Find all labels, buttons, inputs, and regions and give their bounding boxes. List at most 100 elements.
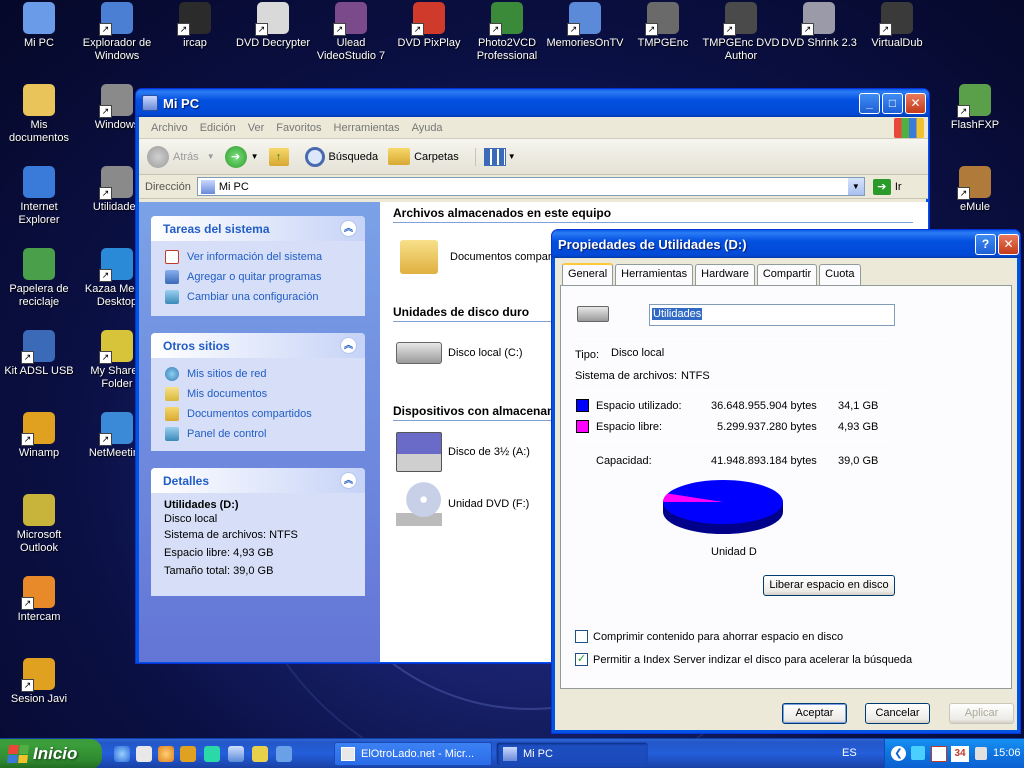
- tray-expand-icon[interactable]: ❮: [891, 746, 906, 761]
- desktop-icon[interactable]: ircap: [156, 2, 234, 50]
- taskbar-button-browser[interactable]: ElOtroLado.net - Micr...: [334, 742, 492, 766]
- place-network[interactable]: Mis sitios de red: [151, 364, 365, 384]
- compress-checkbox[interactable]: [575, 630, 588, 643]
- close-button[interactable]: ✕: [905, 93, 926, 114]
- tray-day-badge[interactable]: 34: [951, 746, 969, 762]
- tray-network-icon[interactable]: [911, 746, 925, 760]
- volume-name-input[interactable]: Utilidades: [649, 304, 895, 326]
- folders-button[interactable]: Carpetas: [388, 148, 459, 165]
- properties-titlebar[interactable]: Propiedades de Utilidades (D:): [552, 230, 1020, 258]
- index-option[interactable]: ✓ Permitir a Index Server indizar el dis…: [575, 653, 912, 666]
- desktop-icon[interactable]: Internet Explorer: [0, 166, 78, 227]
- menu-favoritos[interactable]: Favoritos: [270, 122, 327, 134]
- tab-cuota[interactable]: Cuota: [819, 264, 861, 286]
- system-tasks-header[interactable]: Tareas del sistema ︽: [151, 216, 365, 241]
- collapse-icon[interactable]: ︽: [340, 337, 357, 354]
- ok-button[interactable]: Aceptar: [782, 703, 847, 724]
- free-label: Espacio libre:: [596, 421, 663, 433]
- desktop-icon[interactable]: TMPGEnc DVD Author: [702, 2, 780, 63]
- language-indicator[interactable]: ES: [842, 747, 857, 759]
- tray-volume-icon[interactable]: [975, 747, 987, 760]
- cancel-button[interactable]: Cancelar: [865, 703, 930, 724]
- general-tab-page: Utilidades Tipo: Disco local Sistema de …: [560, 285, 1012, 689]
- collapse-icon[interactable]: ︽: [340, 472, 357, 489]
- desktop-icon[interactable]: Photo2VCD Professional: [468, 2, 546, 63]
- menu-ver[interactable]: Ver: [242, 122, 271, 134]
- mi-pc-titlebar[interactable]: Mi PC: [136, 89, 929, 117]
- place-my-documents[interactable]: Mis documentos: [151, 384, 365, 404]
- floppy-a-item[interactable]: Disco de 3½ (A:): [396, 432, 530, 472]
- tab-hardware[interactable]: Hardware: [695, 264, 755, 286]
- tab-compartir[interactable]: Compartir: [756, 264, 818, 286]
- collapse-icon[interactable]: ︽: [340, 220, 357, 237]
- dvd-f-item[interactable]: Unidad DVD (F:): [396, 482, 529, 526]
- desktop-icon[interactable]: Intercam: [0, 576, 78, 624]
- compress-option[interactable]: Comprimir contenido para ahorrar espacio…: [575, 630, 843, 643]
- ie-quicklaunch-icon[interactable]: [114, 746, 130, 762]
- menu-edicion[interactable]: Edición: [194, 122, 242, 134]
- desktop-icon[interactable]: DVD Decrypter: [234, 2, 312, 50]
- my-documents-icon: [165, 387, 179, 401]
- desktop-quicklaunch-icon[interactable]: [228, 746, 244, 762]
- details-header[interactable]: Detalles ︽: [151, 468, 365, 493]
- desktop-icon[interactable]: Ulead VideoStudio 7: [312, 2, 390, 63]
- media-player-quicklaunch-icon[interactable]: [158, 746, 174, 762]
- tray-calendar-icon[interactable]: [931, 746, 947, 762]
- clock[interactable]: 15:06: [993, 747, 1021, 759]
- desktop-icon[interactable]: MemoriesOnTV: [546, 2, 624, 50]
- menu-herramientas[interactable]: Herramientas: [328, 122, 406, 134]
- menu-archivo[interactable]: Archivo: [145, 122, 194, 134]
- start-button[interactable]: Inicio: [0, 739, 102, 768]
- back-button[interactable]: Atrás ▼: [147, 145, 215, 168]
- task-add-remove-programs[interactable]: Agregar o quitar programas: [151, 267, 365, 287]
- desktop-icon[interactable]: FlashFXP: [936, 84, 1014, 132]
- disk-cleanup-button[interactable]: Liberar espacio en disco: [763, 575, 895, 596]
- desktop-icon[interactable]: Kit ADSL USB: [0, 330, 78, 378]
- tab-herramientas[interactable]: Herramientas: [615, 264, 694, 286]
- tab-general[interactable]: General: [562, 263, 614, 285]
- desktop-icon[interactable]: VirtualDub: [858, 2, 936, 50]
- place-shared-documents[interactable]: Documentos compartidos: [151, 404, 365, 424]
- desktop-icon[interactable]: Winamp: [0, 412, 78, 460]
- outlook-quicklaunch-icon[interactable]: [136, 746, 152, 762]
- desktop-icon[interactable]: TMPGEnc: [624, 2, 702, 50]
- dialog-close-button[interactable]: ✕: [998, 234, 1019, 255]
- desktop-icon[interactable]: Mis documentos: [0, 84, 78, 145]
- address-dropdown-icon[interactable]: ▼: [847, 178, 864, 195]
- views-button[interactable]: ▼: [474, 147, 516, 166]
- other-places-header[interactable]: Otros sitios ︽: [151, 333, 365, 358]
- desktop-icon[interactable]: Mi PC: [0, 2, 78, 50]
- address-input[interactable]: Mi PC ▼: [196, 177, 865, 196]
- desktop-icon[interactable]: eMule: [936, 166, 1014, 214]
- winamp-quicklaunch-icon[interactable]: [180, 746, 196, 762]
- help-button[interactable]: ?: [975, 234, 996, 255]
- app-quicklaunch-icon[interactable]: [252, 746, 268, 762]
- apply-button[interactable]: Aplicar: [949, 703, 1014, 724]
- shared-documents-item[interactable]: Documentos comparti: [400, 240, 557, 274]
- desktop-icon[interactable]: Explorador de Windows: [78, 2, 156, 63]
- desktop-icon[interactable]: Papelera de reciclaje: [0, 248, 78, 309]
- place-control-panel[interactable]: Panel de control: [151, 424, 365, 444]
- forward-button[interactable]: ➔ ▼: [224, 145, 259, 168]
- property-tabs: General Herramientas Hardware Compartir …: [562, 263, 863, 286]
- desktop-icon[interactable]: DVD PixPlay: [390, 2, 468, 50]
- drive-label: Unidad D: [711, 546, 757, 558]
- capacity-bytes: 41.948.893.184 bytes: [711, 455, 817, 467]
- kazaa-quicklaunch-icon[interactable]: [204, 746, 220, 762]
- index-checkbox[interactable]: ✓: [575, 653, 588, 666]
- search-button[interactable]: Búsqueda: [304, 146, 378, 167]
- netmeeting-quicklaunch-icon[interactable]: [276, 746, 292, 762]
- desktop-icon[interactable]: DVD Shrink 2.3: [780, 2, 858, 50]
- minimize-button[interactable]: _: [859, 93, 880, 114]
- app-icon: [879, 2, 913, 36]
- task-change-setting[interactable]: Cambiar una configuración: [151, 287, 365, 307]
- local-disk-c-item[interactable]: Disco local (C:): [396, 342, 523, 364]
- desktop-icon[interactable]: Microsoft Outlook: [0, 494, 78, 555]
- desktop-icon[interactable]: Sesion Javi: [0, 658, 78, 706]
- go-button[interactable]: ➔ Ir: [872, 178, 902, 195]
- taskbar-button-mi-pc[interactable]: Mi PC: [496, 742, 648, 766]
- menu-ayuda[interactable]: Ayuda: [406, 122, 449, 134]
- up-folder-button[interactable]: ↑: [268, 147, 289, 166]
- maximize-button[interactable]: □: [882, 93, 903, 114]
- task-system-info[interactable]: Ver información del sistema: [151, 247, 365, 267]
